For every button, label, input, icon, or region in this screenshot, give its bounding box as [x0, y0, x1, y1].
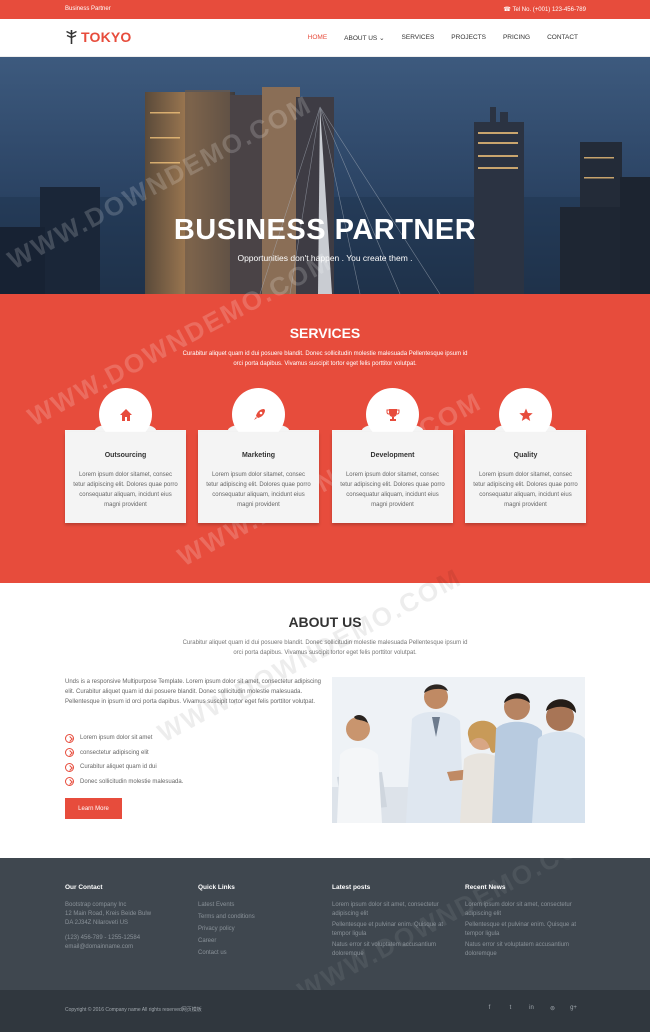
about-description: Curabitur aliquet quam id dui posuere bl… — [182, 640, 468, 656]
service-card-body: Marketing Lorem ipsum dolor sitamet, con… — [198, 432, 319, 523]
recent-news-link[interactable]: Pellentesque et pulvinar enim. Quisque a… — [465, 921, 585, 939]
service-card-marketing[interactable] — [198, 388, 319, 442]
check-circle-icon — [65, 762, 74, 772]
home-icon — [119, 408, 132, 421]
rocket-icon — [253, 408, 265, 420]
service-card-body: Quality Lorem ipsum dolor sitamet, conse… — [465, 432, 586, 523]
footer-links-title: Quick Links — [198, 884, 235, 891]
list-item-text: Curabitur aliquet quam id dui — [80, 764, 157, 771]
check-circle-icon — [65, 748, 74, 758]
services-section: SERVICES Curabitur aliquet quam id dui p… — [0, 246, 650, 583]
bottom-bar: Copyright © 2016 Company name All rights… — [0, 990, 650, 1032]
list-item: Donec sollicitudin molestie malesuada. — [65, 775, 183, 790]
linkedin-icon[interactable]: in — [521, 1005, 542, 1012]
main-nav: TOKYO HOME ABOUT US ⌄ SERVICES PROJECTS … — [0, 19, 650, 57]
service-card-outsourcing[interactable] — [65, 388, 186, 442]
star-icon — [518, 408, 533, 421]
tree-logo-icon — [66, 30, 77, 44]
footer-contact-title: Our Contact — [65, 884, 103, 891]
list-item: Lorem ipsum dolor sit amet — [65, 731, 183, 746]
service-text: Lorem ipsum dolor sitamet, consec tetur … — [340, 472, 445, 508]
top-bar-brand: Business Partner — [65, 6, 111, 12]
check-circle-icon — [65, 777, 74, 787]
service-card-body: Outsourcing Lorem ipsum dolor sitamet, c… — [65, 432, 186, 523]
nav-item-projects[interactable]: PROJECTS — [451, 34, 486, 42]
hero-title: BUSINESS PARTNER — [173, 214, 477, 246]
service-card-development[interactable] — [332, 388, 453, 442]
phone-number: ☎ Tel No. (+001) 123-456-789 — [503, 7, 586, 13]
list-item: Curabitur aliquet quam id dui — [65, 760, 183, 775]
nav-item-contact[interactable]: CONTACT — [547, 34, 578, 42]
contact-line: 12 Main Road, Kreis Beide Bulw — [65, 911, 152, 917]
list-item-text: consectetur adipiscing elit — [80, 749, 149, 756]
google-plus-icon[interactable]: g+ — [563, 1005, 584, 1012]
footer-link[interactable]: Terms and conditions — [198, 913, 318, 922]
nav-item-pricing[interactable]: PRICING — [503, 34, 530, 42]
contact-phone: (123) 456-789 - 1255-12584 — [65, 935, 141, 941]
team-meeting-image — [332, 677, 585, 823]
recent-news-link[interactable]: Natus error sit voluptatem accusantium d… — [465, 941, 585, 959]
footer-latest-posts: Latest posts Lorem ipsum dolor sit amet,… — [332, 884, 452, 961]
service-name: Marketing — [241, 452, 276, 459]
contact-line: Bootstrap company Inc — [65, 902, 127, 908]
nav-item-home[interactable]: HOME — [308, 34, 328, 42]
about-title: ABOUT US — [288, 614, 362, 630]
copyright: Copyright © 2016 Company name All rights… — [65, 1007, 202, 1013]
footer: WWW.DOWNDEMO.COM Our Contact Bootstrap c… — [0, 820, 650, 1006]
footer-contact: Our Contact Bootstrap company Inc 12 Mai… — [65, 884, 185, 952]
social-links: f t in ⊚ g+ — [479, 1005, 584, 1012]
footer-link[interactable]: Career — [198, 937, 318, 946]
list-item-text: Donec sollicitudin molestie malesuada. — [80, 778, 184, 785]
logo[interactable]: TOKYO — [65, 29, 132, 45]
footer-link[interactable]: Contact us — [198, 949, 318, 958]
latest-post-link[interactable]: Natus error sit voluptatem accusantium d… — [332, 941, 452, 959]
list-item-text: Lorem ipsum dolor sit amet — [80, 735, 153, 742]
top-bar: Business Partner ☎ Tel No. (+001) 123-45… — [0, 0, 650, 19]
learn-more-button[interactable]: Learn More — [65, 798, 122, 819]
service-name: Outsourcing — [104, 452, 147, 459]
service-name: Development — [370, 452, 415, 459]
latest-post-link[interactable]: Pellentesque et pulvinar enim. Quisque a… — [332, 921, 452, 939]
services-description: Curabitur aliquet quam id dui posuere bl… — [182, 351, 468, 367]
about-paragraph: Unds is a responsive Multipurpose Templa… — [65, 679, 322, 705]
check-circle-icon — [65, 733, 74, 743]
services-title: SERVICES — [289, 325, 361, 341]
team-photo — [332, 677, 585, 823]
dribbble-icon[interactable]: ⊚ — [542, 1005, 563, 1012]
footer-recent-news: Recent News Lorem ipsum dolor sit amet, … — [465, 884, 585, 961]
service-text: Lorem ipsum dolor sitamet, consec tetur … — [206, 472, 311, 508]
service-card-body: Development Lorem ipsum dolor sitamet, c… — [332, 432, 453, 523]
recent-news-link[interactable]: Lorem ipsum dolor sit amet, consectetur … — [465, 901, 585, 919]
nav-item-about[interactable]: ABOUT US ⌄ — [344, 34, 384, 42]
footer-link[interactable]: Privacy policy — [198, 925, 318, 934]
footer-recent-title: Recent News — [465, 884, 506, 891]
service-text: Lorem ipsum dolor sitamet, consec tetur … — [473, 472, 578, 508]
footer-latest-title: Latest posts — [332, 884, 371, 891]
footer-link[interactable]: Latest Events — [198, 901, 318, 910]
nav-item-services[interactable]: SERVICES — [402, 34, 435, 42]
contact-line: DA 2J34Z Nilaroveti US — [65, 920, 129, 926]
list-item: consectetur adipiscing elit — [65, 746, 183, 761]
hero-subtitle: Opportunities don't happen . You create … — [237, 253, 413, 263]
logo-text: TOKYO — [81, 29, 132, 45]
contact-email[interactable]: email@domainname.com — [65, 943, 185, 952]
footer-links: Quick Links Latest Events Terms and cond… — [198, 884, 318, 961]
latest-post-link[interactable]: Lorem ipsum dolor sit amet, consectetur … — [332, 901, 452, 919]
about-feature-list: Lorem ipsum dolor sit amet consectetur a… — [65, 731, 183, 789]
service-name: Quality — [513, 452, 538, 459]
service-text: Lorem ipsum dolor sitamet, consec tetur … — [73, 472, 178, 508]
trophy-icon — [386, 408, 399, 421]
hero-banner: WWW.DOWNDEMO.COM BUSINESS PARTNER Opport… — [0, 57, 650, 294]
service-card-quality[interactable] — [465, 388, 586, 442]
nav-menu: HOME ABOUT US ⌄ SERVICES PROJECTS PRICIN… — [291, 34, 578, 42]
facebook-icon[interactable]: f — [479, 1005, 500, 1012]
twitter-icon[interactable]: t — [500, 1005, 521, 1012]
